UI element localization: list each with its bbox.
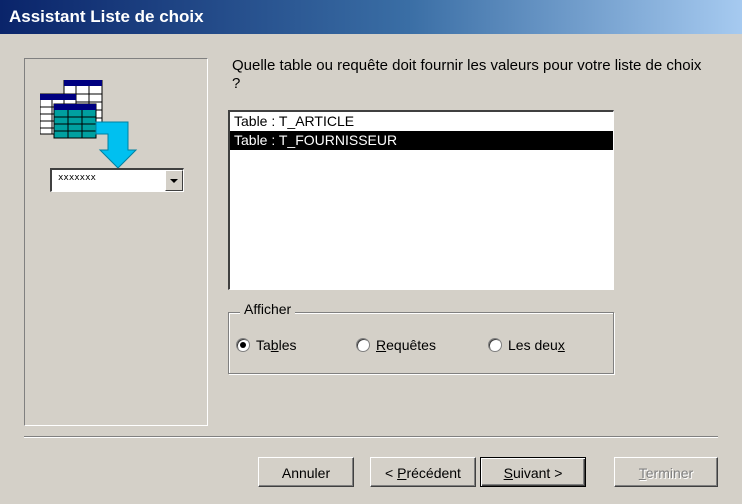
radio-dot-checked[interactable] xyxy=(236,338,250,352)
radio-queries-label: Requêtes xyxy=(376,337,436,353)
radio-tables[interactable]: Tables xyxy=(236,337,297,353)
display-legend: Afficher xyxy=(240,301,296,317)
combo-text: xxxxxxx xyxy=(58,173,96,183)
list-item-selected[interactable]: Table : T_FOURNISSEUR xyxy=(230,131,613,150)
next-button[interactable]: Suivant > xyxy=(480,457,586,487)
finish-button[interactable]: Terminer xyxy=(614,457,718,487)
sample-combo-box: xxxxxxx xyxy=(50,168,184,192)
table-listbox[interactable]: Table : T_ARTICLE Table : T_FOURNISSEUR xyxy=(228,110,614,290)
cancel-button[interactable]: Annuler xyxy=(258,457,354,487)
question-prompt: Quelle table ou requête doit fournir les… xyxy=(232,57,702,92)
wizard-dialog: Assistant Liste de choix xxxxxxx Quelle … xyxy=(0,0,742,504)
combo-dropdown-button xyxy=(165,170,183,191)
radio-both-label: Les deux xyxy=(508,337,565,353)
previous-button[interactable]: < Précédent xyxy=(370,457,476,487)
list-item[interactable]: Table : T_ARTICLE xyxy=(230,112,613,131)
button-separator xyxy=(24,436,718,438)
radio-dot[interactable] xyxy=(356,338,370,352)
title-bar[interactable]: Assistant Liste de choix xyxy=(0,0,742,34)
window-title: Assistant Liste de choix xyxy=(9,7,204,26)
radio-tables-label: Tables xyxy=(256,337,297,353)
radio-queries[interactable]: Requêtes xyxy=(356,337,436,353)
radio-both[interactable]: Les deux xyxy=(488,337,565,353)
chevron-down-icon xyxy=(170,179,178,183)
radio-dot[interactable] xyxy=(488,338,502,352)
table-to-combo-icon xyxy=(40,80,138,169)
